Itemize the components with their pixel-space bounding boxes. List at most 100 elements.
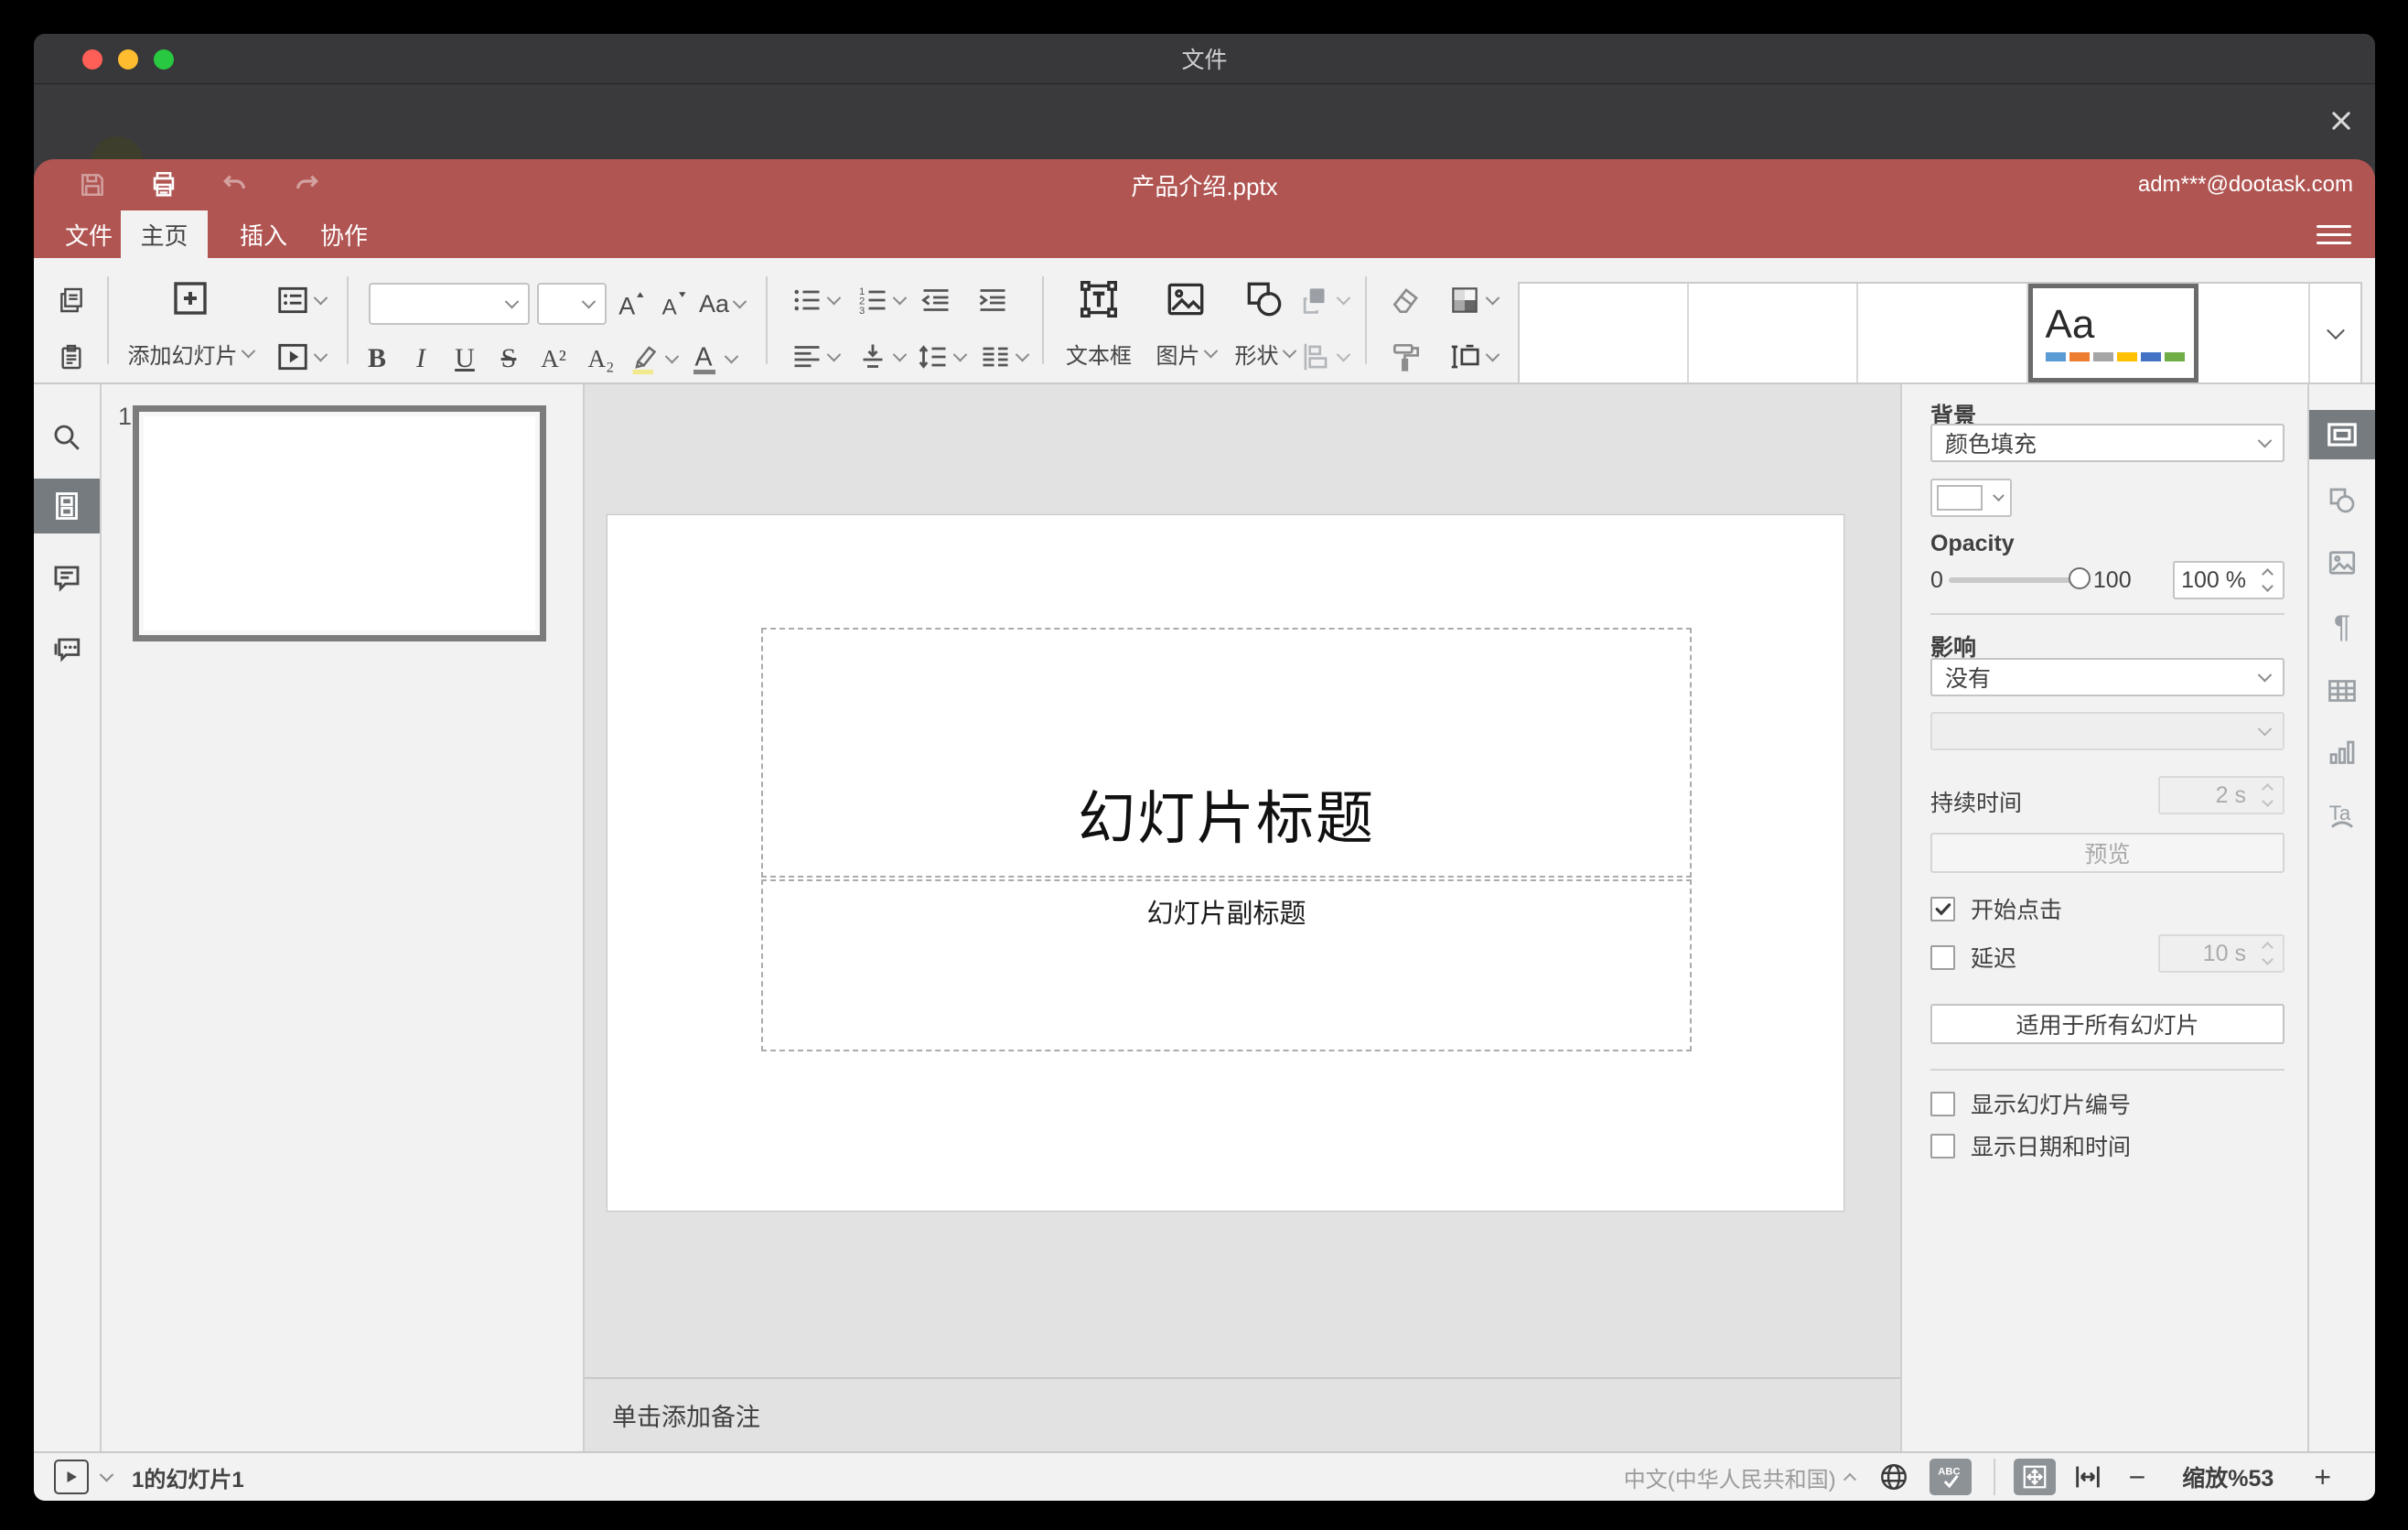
fit-to-slide-button[interactable] [2013,1459,2056,1495]
start-slideshow-button[interactable] [264,337,336,377]
slide-size-button[interactable] [1439,337,1505,377]
tab-file[interactable]: 文件 [56,210,122,258]
decrease-indent-button[interactable] [912,282,960,318]
separator [1042,276,1044,364]
minimize-window-light[interactable] [118,48,138,70]
tab-collaboration[interactable]: 协作 [311,210,377,258]
insert-image-button[interactable]: 图片 [1143,273,1229,373]
slide-settings-tab[interactable] [2309,410,2375,459]
paragraph-settings-tab[interactable]: ¶ [2309,602,2375,652]
slide-settings-icon [2327,423,2357,447]
italic-button[interactable]: I [402,339,440,379]
show-date-time-checkbox[interactable] [1930,1133,1955,1158]
slide-layout-button[interactable] [264,280,336,320]
table-settings-tab[interactable] [2309,666,2375,716]
chevron-down-icon[interactable] [99,1467,114,1482]
numbered-list-button[interactable]: 1 2 3 [850,282,910,318]
decrease-font-button[interactable]: A [654,283,691,325]
svg-text:A: A [694,343,712,372]
zoom-out-button[interactable]: − [2129,1462,2146,1492]
search-button[interactable] [34,410,100,465]
text-box-button[interactable]: 文本框 [1057,273,1141,373]
line-spacing-button[interactable] [912,337,969,377]
fill-color-select[interactable] [1930,479,2012,517]
menu-button[interactable] [2317,220,2351,249]
theme-thumbnail-selected[interactable]: Aa [2027,284,2198,382]
slide[interactable]: 幻灯片标题 幻灯片副标题 [607,514,1844,1212]
effect-select[interactable]: 没有 [1930,658,2284,696]
horizontal-align-button[interactable] [784,337,844,377]
show-slide-number-row[interactable]: 显示幻灯片编号 [1930,1087,2131,1120]
theme-thumbnail[interactable] [1520,284,1690,382]
vertical-align-button[interactable] [850,337,910,377]
chart-settings-tab[interactable] [2309,728,2375,778]
tab-insert[interactable]: 插入 [231,210,296,258]
delay-checkbox-row[interactable]: 延迟 [1930,941,2016,974]
arrange-button[interactable] [1289,280,1357,320]
opacity-spinner[interactable]: 100 % [2173,561,2284,599]
close-editor-button[interactable] [2321,101,2361,141]
delay-spinner: 10 s [2158,934,2284,973]
comments-button[interactable] [34,551,100,606]
language-select[interactable]: 中文(中华人民共和国) [1624,1461,1856,1493]
show-slide-number-checkbox[interactable] [1930,1091,1955,1116]
slide-thumbnail-selected[interactable] [133,405,546,641]
tab-home[interactable]: 主页 [121,210,208,258]
fit-to-width-button[interactable] [2072,1461,2103,1492]
set-language-button[interactable] [1878,1461,1909,1492]
bullet-list-button[interactable] [784,282,844,318]
start-on-click-checkbox[interactable] [1930,896,1955,921]
strikethrough-button[interactable]: S [489,339,528,379]
theme-thumbnail[interactable] [1858,284,2028,382]
redo-button[interactable] [288,167,325,203]
start-preview-button[interactable] [54,1460,89,1494]
eraser-button[interactable] [1381,280,1432,320]
copy-button[interactable] [50,282,92,318]
paste-button[interactable] [50,337,92,377]
start-on-click-checkbox-row[interactable]: 开始点击 [1930,892,2062,925]
font-name-select[interactable] [369,283,530,325]
zoom-in-button[interactable]: + [2314,1462,2331,1492]
font-size-select[interactable] [537,283,607,325]
close-window-light[interactable] [82,48,102,70]
opacity-slider-thumb[interactable] [2068,567,2091,589]
change-case-button[interactable]: Aa [694,283,749,325]
delay-checkbox[interactable] [1930,944,1955,970]
spinner-arrows[interactable] [2255,568,2283,592]
copy-style-button[interactable] [1381,337,1432,377]
underline-button[interactable]: U [446,339,484,379]
save-button[interactable] [74,167,111,203]
slide-layout-icon [277,286,307,314]
add-slide-button[interactable]: 添加幻灯片 [125,273,255,373]
increase-indent-button[interactable] [969,282,1016,318]
bold-button[interactable]: B [358,339,396,379]
subscript-button[interactable]: A₂ [579,339,623,379]
slide-canvas[interactable]: 幻灯片标题 幻灯片副标题 [585,384,1900,1377]
align-objects-button[interactable] [1289,337,1357,377]
title-placeholder[interactable]: 幻灯片标题 [761,628,1692,878]
apply-to-all-slides-button[interactable]: 适用于所有幻灯片 [1930,1004,2284,1044]
chat-button[interactable] [34,620,100,675]
show-date-time-row[interactable]: 显示日期和时间 [1930,1129,2131,1162]
color-scheme-button[interactable] [1439,280,1505,320]
opacity-slider[interactable] [1948,567,2091,589]
slides-panel-button[interactable] [34,479,100,533]
undo-button[interactable] [217,167,253,203]
zoom-window-light[interactable] [154,48,174,70]
font-color-button[interactable]: A [685,339,738,379]
spellcheck-button[interactable]: ABC [1929,1459,1972,1495]
fill-type-select[interactable]: 颜色填充 [1930,424,2284,462]
text-art-settings-tab[interactable]: Ta [2309,791,2375,840]
subtitle-placeholder[interactable]: 幻灯片副标题 [761,879,1692,1051]
highlight-color-button[interactable] [627,339,679,379]
image-settings-tab[interactable] [2309,538,2375,587]
columns-button[interactable] [973,337,1033,377]
theme-thumbnail[interactable] [2198,284,2309,382]
print-button[interactable] [145,167,182,203]
shape-settings-tab[interactable] [2309,476,2375,525]
theme-thumbnail[interactable] [1689,284,1859,382]
increase-font-button[interactable]: A [612,283,649,325]
theme-gallery-expand-button[interactable] [2308,284,2360,382]
notes-area[interactable]: 单击添加备注 [585,1377,1900,1451]
superscript-button[interactable]: A² [532,339,575,379]
